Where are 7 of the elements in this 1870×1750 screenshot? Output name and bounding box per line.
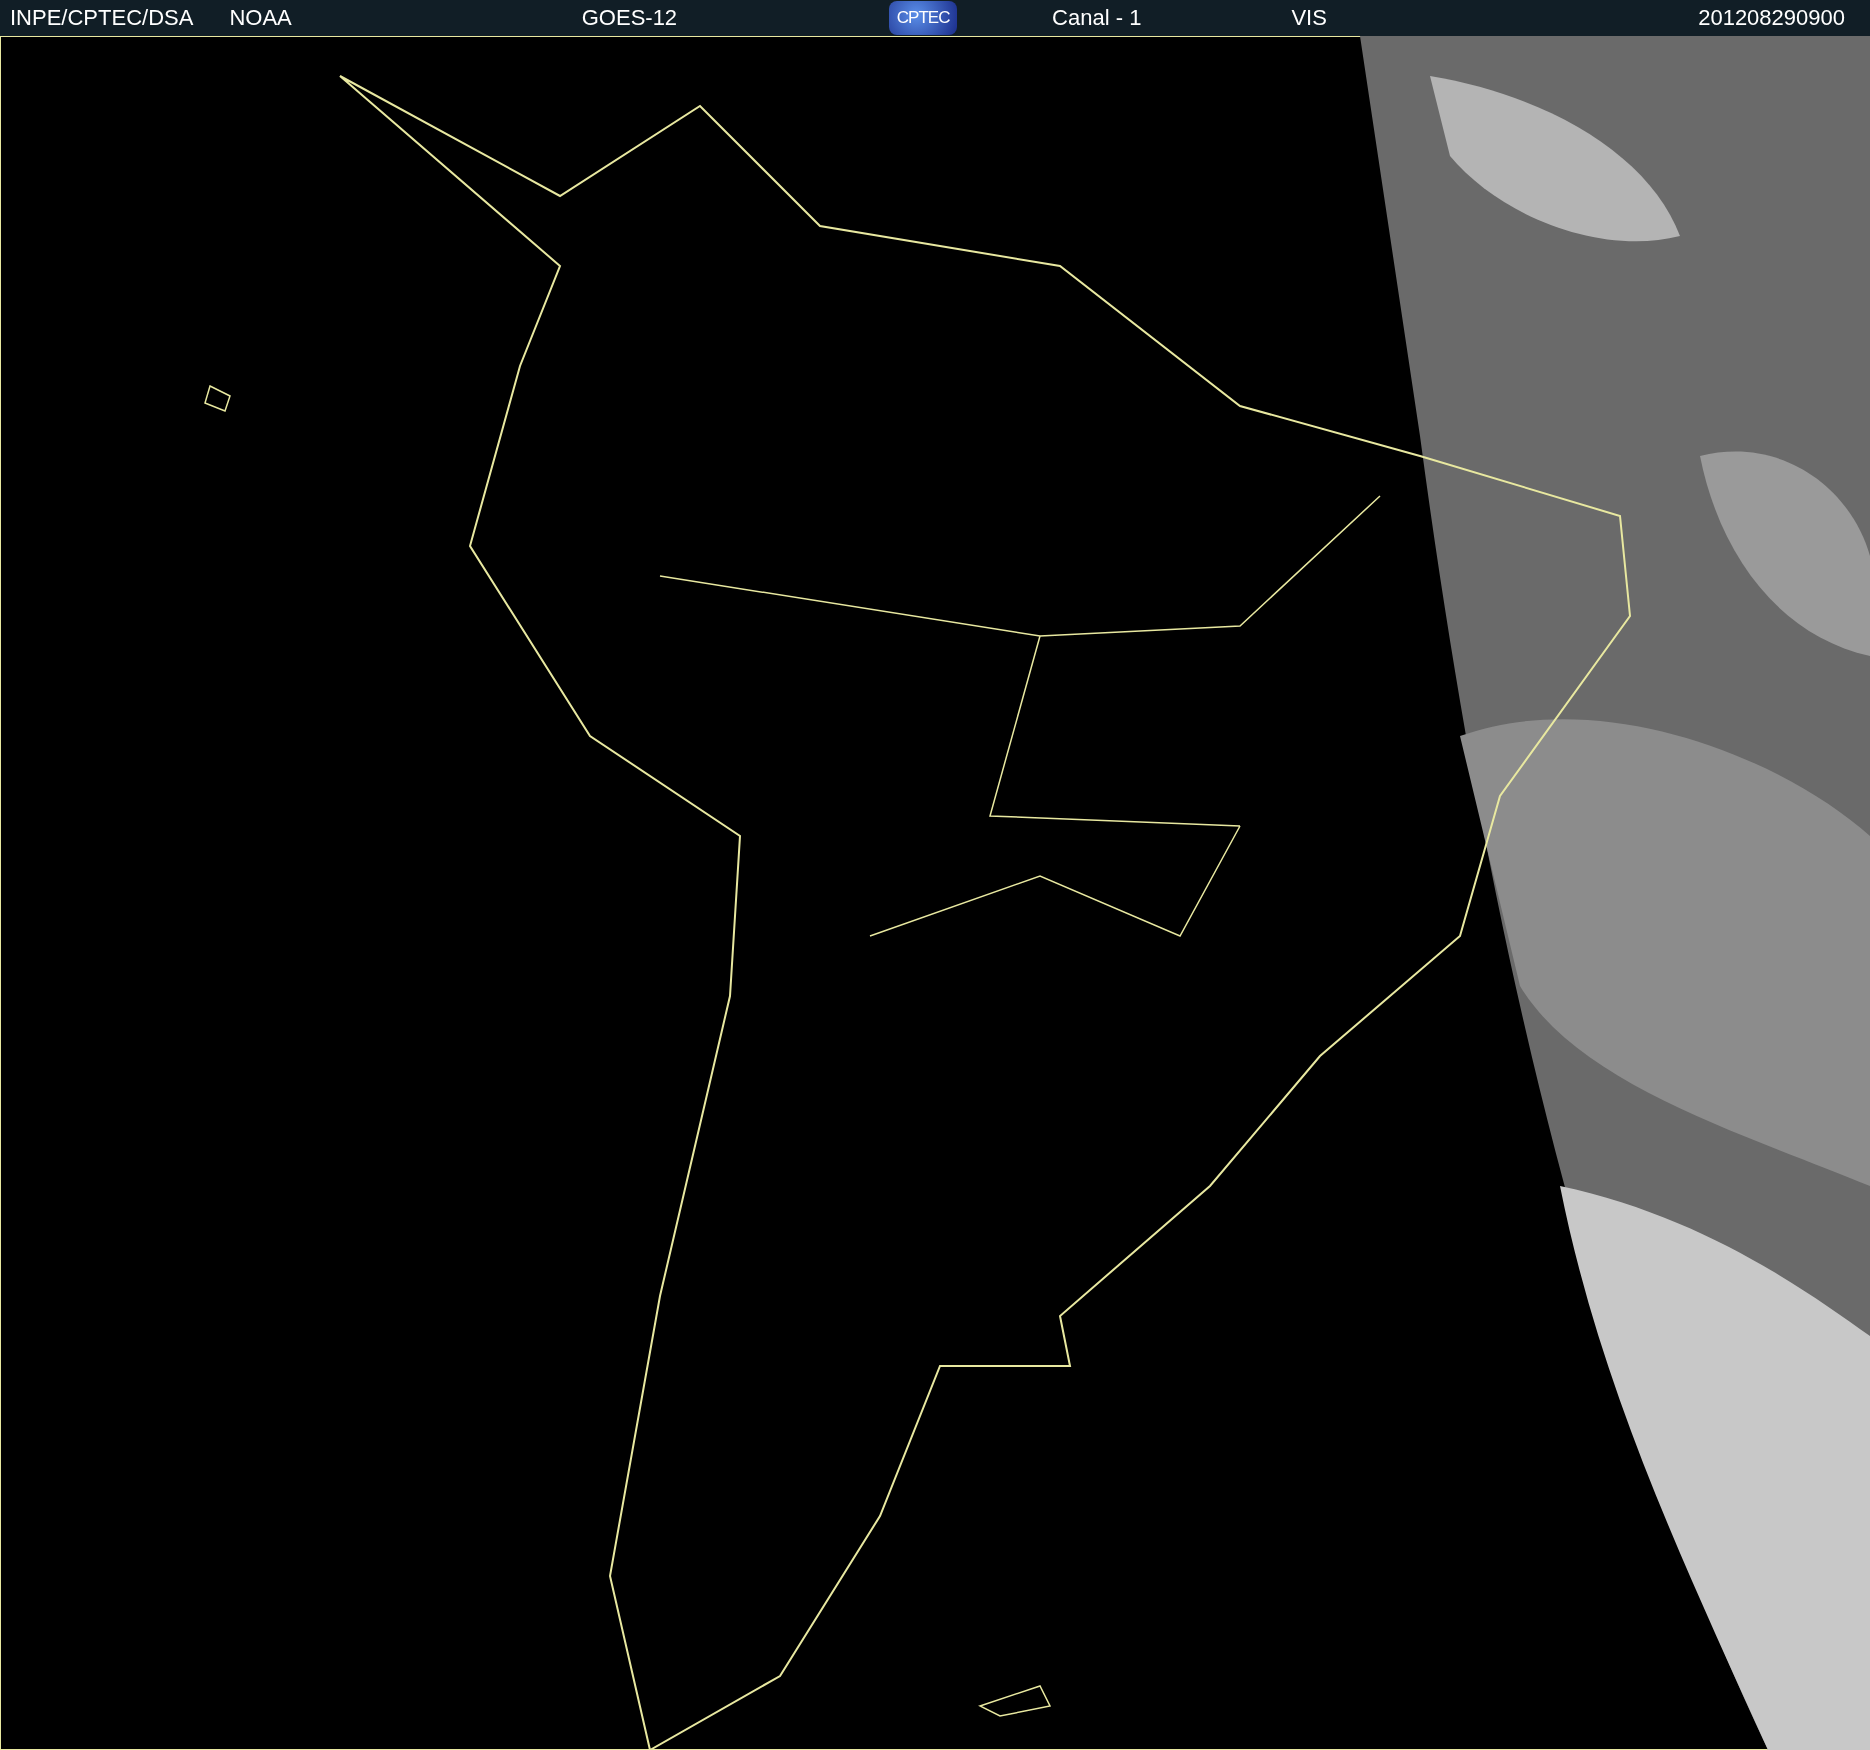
band-label: VIS [1291, 5, 1327, 31]
agency-label: NOAA [229, 5, 292, 31]
channel-label: Canal - 1 [1052, 5, 1142, 31]
satellite-label: GOES-12 [581, 5, 678, 31]
timestamp-label: 201208290900 [1698, 5, 1845, 31]
source-label: INPE/CPTEC/DSA [10, 5, 194, 31]
logo: CPTEC [889, 1, 958, 35]
